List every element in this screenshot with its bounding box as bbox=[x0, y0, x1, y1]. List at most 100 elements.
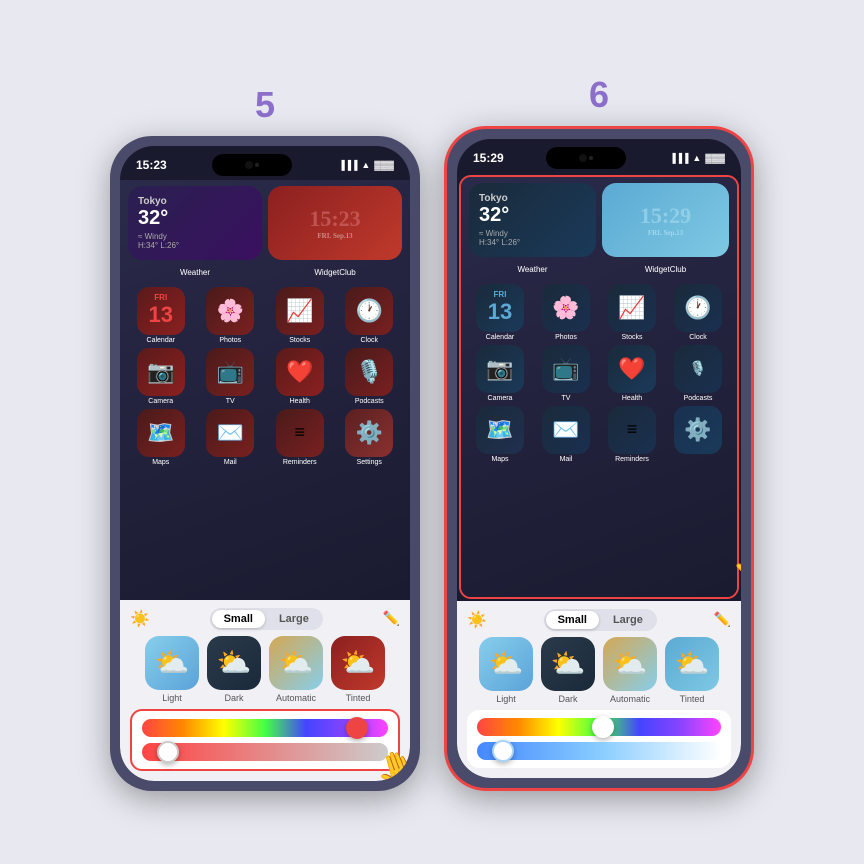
style-auto-5[interactable]: ⛅ Automatic bbox=[269, 636, 323, 703]
clock-label-5: WidgetClub bbox=[268, 268, 402, 277]
app-calendar-5[interactable]: FRI 13 Calendar bbox=[128, 287, 194, 344]
tv-label-5: TV bbox=[226, 398, 235, 405]
style-tinted-5[interactable]: ⛅ Tinted bbox=[331, 636, 385, 703]
tinted-label-6: Tinted bbox=[680, 694, 705, 704]
light-icon-5: ⛅ bbox=[145, 636, 199, 690]
blue-thumb-6[interactable] bbox=[492, 740, 514, 762]
podcasts-icon-5: 🎙️ bbox=[345, 348, 393, 396]
weather-city-5: Tokyo bbox=[138, 196, 252, 207]
dynamic-island-6 bbox=[546, 147, 626, 169]
rainbow-thumb-5[interactable] bbox=[346, 717, 368, 739]
widget-row-6: Tokyo 32° ≈ WindyH:34° L:26° 15:29 FRI. … bbox=[469, 183, 729, 257]
app-mail-6[interactable]: ✉️ Mail bbox=[535, 406, 597, 463]
photos-label-6: Photos bbox=[555, 334, 577, 341]
pencil-icon-5[interactable]: ✏️ bbox=[383, 610, 400, 627]
status-icons-5: ▐▐▐ ▲ ▓▓▓ bbox=[338, 160, 394, 170]
app-photos-6[interactable]: 🌸 Photos bbox=[535, 284, 597, 341]
app-settings-5[interactable]: ⚙️ Settings bbox=[337, 409, 403, 466]
app-tv-5[interactable]: 📺 TV bbox=[198, 348, 264, 405]
app-maps-5[interactable]: 🗺️ Maps bbox=[128, 409, 194, 466]
camera-icon-5: 📷 bbox=[137, 348, 185, 396]
weather-desc-5: ≈ WindyH:34° L:26° bbox=[138, 232, 252, 250]
large-btn-5[interactable]: Large bbox=[267, 610, 321, 628]
step-5-container: 5 15:23 ▐▐▐ ▲ ▓▓▓ bbox=[110, 84, 420, 791]
size-toggle-6[interactable]: Small Large bbox=[544, 609, 657, 631]
weather-temp-6: 32° bbox=[479, 204, 586, 227]
tinted-icon-6: ⛅ bbox=[665, 637, 719, 691]
rainbow-slider-5[interactable] bbox=[142, 719, 388, 737]
app-health-5[interactable]: ❤️ Health bbox=[267, 348, 333, 405]
dark-icon-6: ⛅ bbox=[541, 637, 595, 691]
sun-icon-6: ☀️ bbox=[467, 610, 487, 630]
podcasts-icon-6: 🎙️ bbox=[674, 345, 722, 393]
size-toggle-5[interactable]: Small Large bbox=[210, 608, 323, 630]
sliders-section-5 bbox=[130, 709, 400, 771]
rainbow-thumb-6[interactable] bbox=[592, 716, 614, 738]
di-camera-5 bbox=[245, 161, 253, 169]
clock-icon-5: 🕐 bbox=[345, 287, 393, 335]
weather-city-6: Tokyo bbox=[479, 193, 586, 204]
screen-content-6: Tokyo 32° ≈ WindyH:34° L:26° 15:29 FRI. … bbox=[461, 177, 737, 597]
app-stocks-5[interactable]: 📈 Stocks bbox=[267, 287, 333, 344]
di-sensor-6 bbox=[589, 156, 593, 160]
health-icon-5: ❤️ bbox=[276, 348, 324, 396]
app-stocks-6[interactable]: 📈 Stocks bbox=[601, 284, 663, 341]
mail-icon-6: ✉️ bbox=[542, 406, 590, 454]
pencil-icon-6[interactable]: ✏️ bbox=[714, 611, 731, 628]
phone-6: 15:29 ▐▐▐ ▲ ▓▓▓ bbox=[444, 126, 754, 791]
di-sensor-5 bbox=[255, 163, 259, 167]
app-maps-6[interactable]: 🗺️ Maps bbox=[469, 406, 531, 463]
app-row-3-5: 🗺️ Maps ✉️ Mail ≡ Reminders ⚙️ bbox=[128, 409, 402, 466]
photos-icon-5: 🌸 bbox=[206, 287, 254, 335]
app-podcasts-6[interactable]: 🎙️ Podcasts bbox=[667, 345, 729, 402]
app-reminders-5[interactable]: ≡ Reminders bbox=[267, 409, 333, 466]
gray-slider-5[interactable] bbox=[142, 743, 388, 761]
settings-icon-6: ⚙️ bbox=[674, 406, 722, 454]
status-bar-5: 15:23 ▐▐▐ ▲ ▓▓▓ bbox=[120, 146, 410, 180]
maps-label-5: Maps bbox=[152, 459, 169, 466]
blue-slider-6[interactable] bbox=[477, 742, 721, 760]
gray-thumb-5[interactable] bbox=[157, 741, 179, 763]
app-row-1-5: FRI 13 Calendar 🌸 Photos 📈 bbox=[128, 287, 402, 344]
app-camera-5[interactable]: 📷 Camera bbox=[128, 348, 194, 405]
style-light-5[interactable]: ⛅ Light bbox=[145, 636, 199, 703]
clock-widget-6: 15:29 FRI. Sep.13 bbox=[602, 183, 729, 257]
app-reminders-6[interactable]: ≡ Reminders bbox=[601, 406, 663, 463]
rainbow-slider-6[interactable] bbox=[477, 718, 721, 736]
large-btn-6[interactable]: Large bbox=[601, 611, 655, 629]
reminders-label-6: Reminders bbox=[615, 456, 649, 463]
bottom-panel-5: ☀️ Small Large ✏️ ⛅ Light bbox=[120, 600, 410, 781]
weather-widget-6: Tokyo 32° ≈ WindyH:34° L:26° bbox=[469, 183, 596, 257]
app-clock-6[interactable]: 🕐 Clock bbox=[667, 284, 729, 341]
photos-icon-6: 🌸 bbox=[542, 284, 590, 332]
hand-cursor-6: 🤚 bbox=[731, 541, 741, 588]
style-tinted-6[interactable]: ⛅ Tinted bbox=[665, 637, 719, 704]
style-auto-6[interactable]: ⛅ Automatic bbox=[603, 637, 657, 704]
clock-time-6: 15:29 bbox=[640, 203, 691, 229]
small-btn-6[interactable]: Small bbox=[546, 611, 599, 629]
app-camera-6[interactable]: 📷 Camera bbox=[469, 345, 531, 402]
clock-widget-5: 15:23 FRI. Sep.13 bbox=[268, 186, 402, 260]
weather-desc-6: ≈ WindyH:34° L:26° bbox=[479, 229, 586, 247]
calendar-label-6: Calendar bbox=[486, 334, 514, 341]
app-settings-6[interactable]: ⚙️ bbox=[667, 406, 729, 463]
app-tv-6[interactable]: 📺 TV bbox=[535, 345, 597, 402]
style-light-6[interactable]: ⛅ Light bbox=[479, 637, 533, 704]
app-photos-5[interactable]: 🌸 Photos bbox=[198, 287, 264, 344]
app-podcasts-5[interactable]: 🎙️ Podcasts bbox=[337, 348, 403, 405]
style-dark-6[interactable]: ⛅ Dark bbox=[541, 637, 595, 704]
small-btn-5[interactable]: Small bbox=[212, 610, 265, 628]
app-health-6[interactable]: ❤️ Health bbox=[601, 345, 663, 402]
app-clock-5[interactable]: 🕐 Clock bbox=[337, 287, 403, 344]
clock-icon-6: 🕐 bbox=[674, 284, 722, 332]
weather-label-6: Weather bbox=[469, 265, 596, 274]
style-dark-5[interactable]: ⛅ Dark bbox=[207, 636, 261, 703]
app-mail-5[interactable]: ✉️ Mail bbox=[198, 409, 264, 466]
dynamic-island-5 bbox=[212, 154, 292, 176]
app-calendar-6[interactable]: FRI 13 Calendar bbox=[469, 284, 531, 341]
rainbow-slider-row-6 bbox=[477, 718, 721, 736]
podcasts-label-5: Podcasts bbox=[355, 398, 384, 405]
screen-content-5: Tokyo 32° ≈ WindyH:34° L:26° 15:23 FRI. … bbox=[120, 180, 410, 600]
time-5: 15:23 bbox=[136, 158, 167, 172]
clock-date-5: FRI. Sep.13 bbox=[317, 232, 352, 240]
